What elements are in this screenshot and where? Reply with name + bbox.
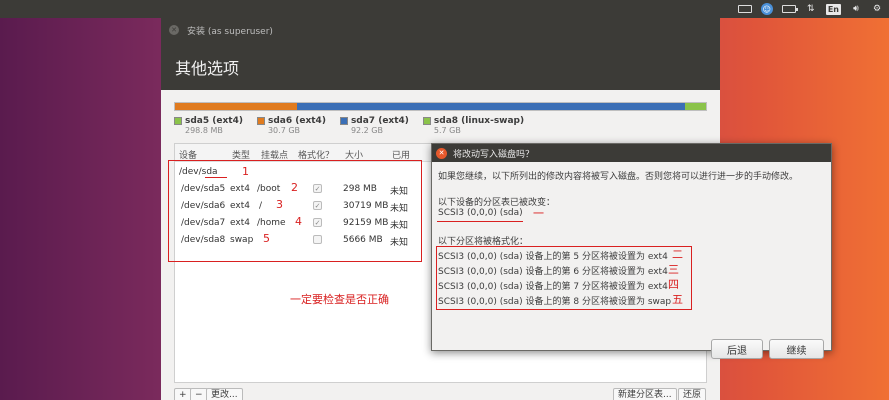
change-partition-button[interactable]: 更改...	[206, 388, 243, 400]
legend-swatch	[422, 117, 431, 125]
page-title: 其他选项	[175, 59, 240, 78]
add-partition-button[interactable]: +	[174, 388, 192, 400]
window-title: 安装 (as superuser)	[187, 27, 273, 37]
partition-bar	[174, 102, 707, 111]
remove-partition-button[interactable]: −	[190, 388, 208, 400]
revert-button[interactable]: 还原	[678, 388, 707, 400]
language-indicator[interactable]: En	[825, 2, 841, 16]
legend-size: 298.8 MB	[185, 126, 223, 135]
legend-size: 92.2 GB	[350, 126, 383, 135]
legend-label: sda6 (ext4)	[267, 116, 326, 126]
legend-item: sda5 (ext4) 298.8 MB	[174, 116, 243, 135]
dialog-title: 将改动写入磁盘吗？	[453, 149, 535, 160]
legend-label: sda8 (linux-swap)	[433, 116, 525, 126]
new-partition-table-button[interactable]: 新建分区表...	[613, 388, 677, 400]
network-icon[interactable]: ⇅	[805, 2, 817, 16]
annotation-mark: 一	[533, 207, 544, 220]
format-line: SCSI3 (0,0,0) (sda) 设备上的第 8 分区将被设置为 swap	[438, 297, 672, 307]
changed-device: SCSI3 (0,0,0) (sda)	[438, 208, 523, 218]
legend-label: sda7 (ext4)	[350, 116, 409, 126]
back-button[interactable]: 后退	[711, 339, 763, 359]
partition-legend: sda5 (ext4) 298.8 MB sda6 (ext4) 30.7 GB…	[174, 116, 524, 135]
legend-item: sda8 (linux-swap) 5.7 GB	[422, 116, 525, 135]
partition-segment	[175, 103, 239, 110]
legend-size: 5.7 GB	[433, 126, 461, 135]
legend-item: sda7 (ext4) 92.2 GB	[339, 116, 409, 135]
legend-swatch	[256, 117, 265, 125]
window-header: ✕ 安装 (as superuser) 其他选项	[161, 18, 720, 90]
format-line: SCSI3 (0,0,0) (sda) 设备上的第 6 分区将被设置为 ext4	[438, 267, 668, 277]
dialog-intro: 如果您继续，以下所列出的修改内容将被写入磁盘。否则您将可以进行进一步的手动修改。	[438, 172, 799, 182]
format-line: SCSI3 (0,0,0) (sda) 设备上的第 5 分区将被设置为 ext4	[438, 252, 668, 262]
annotation-mark: 三	[668, 263, 679, 276]
legend-item: sda6 (ext4) 30.7 GB	[256, 116, 326, 135]
annotation-note: 一定要检查是否正确	[290, 293, 389, 306]
annotation-underline	[205, 177, 227, 178]
legend-swatch	[339, 117, 348, 125]
annotation-mark: 四	[668, 278, 679, 291]
partition-segment	[297, 103, 685, 110]
close-icon[interactable]: ✕	[169, 25, 179, 35]
annotation-mark: 二	[672, 248, 683, 261]
legend-size: 30.7 GB	[267, 126, 301, 135]
battery-icon[interactable]	[781, 2, 798, 16]
close-icon[interactable]: ✕	[436, 147, 447, 159]
partition-segment	[684, 103, 706, 110]
top-panel: ☺ ⇅ En 🔊︎ ⚙	[0, 0, 889, 18]
write-changes-dialog: ✕ 将改动写入磁盘吗？ 如果您继续，以下所列出的修改内容将被写入磁盘。否则您将可…	[431, 143, 832, 359]
accessibility-icon[interactable]: ☺	[760, 2, 773, 16]
gear-icon[interactable]: ⚙	[871, 2, 883, 16]
annotation-mark: 五	[672, 293, 683, 306]
format-line: SCSI3 (0,0,0) (sda) 设备上的第 7 分区将被设置为 ext4	[438, 282, 668, 292]
legend-swatch	[174, 117, 182, 125]
volume-icon[interactable]: 🔊︎	[850, 2, 862, 16]
table-toolbar: + − 更改... 新建分区表... 还原	[174, 385, 707, 400]
annotation-box	[168, 160, 422, 262]
partition-segment	[238, 103, 298, 110]
dialog-titlebar: ✕ 将改动写入磁盘吗？	[432, 144, 831, 162]
legend-label: sda5 (ext4)	[185, 116, 243, 126]
annotation-underline	[437, 221, 523, 222]
continue-button[interactable]: 继续	[769, 339, 824, 359]
keyboard-icon[interactable]	[737, 2, 752, 16]
